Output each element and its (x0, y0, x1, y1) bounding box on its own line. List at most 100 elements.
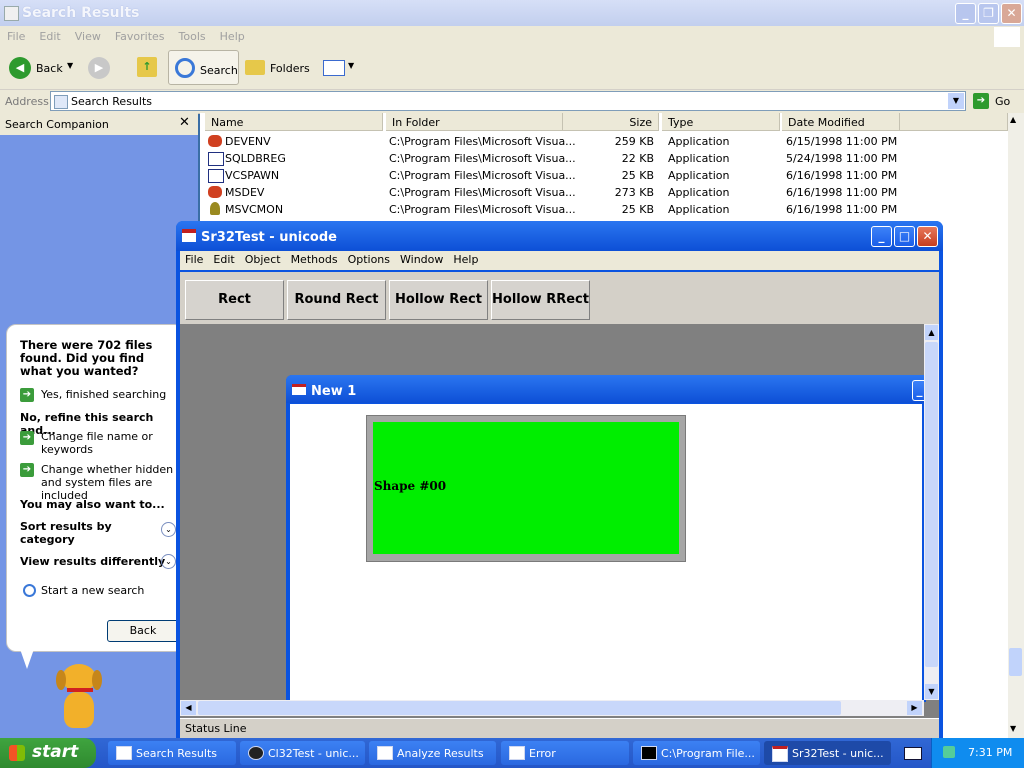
rect-button[interactable]: Rect (185, 280, 284, 320)
scroll-right-icon[interactable]: ▶ (907, 701, 922, 715)
explorer-vertical-scrollbar[interactable]: ▲ ▼ (1008, 113, 1024, 740)
file-type: Application (668, 135, 730, 148)
application-icon (208, 169, 224, 183)
scroll-down-icon[interactable]: ▼ (925, 684, 938, 699)
menu-favorites[interactable]: Favorites (108, 26, 172, 47)
scroll-up-icon[interactable]: ▲ (925, 325, 938, 340)
menu-help[interactable]: Help (213, 26, 252, 47)
companion-back-button[interactable]: Back (107, 620, 179, 642)
menu-edit[interactable]: Edit (208, 251, 239, 268)
address-dropdown-icon[interactable]: ▼ (948, 93, 964, 109)
network-icon[interactable] (943, 746, 955, 758)
taskbar-item-analyze-results[interactable]: Analyze Results (369, 741, 496, 765)
menu-file[interactable]: File (0, 26, 32, 47)
hollow-rect-button[interactable]: Hollow Rect (389, 280, 488, 320)
back-icon[interactable]: ◀ (9, 57, 31, 79)
sr32test-titlebar[interactable]: Sr32Test - unicode _ □ ✕ (176, 221, 943, 251)
app-icon (772, 746, 788, 762)
search-dog-icon (48, 664, 110, 734)
restore-button[interactable]: ❐ (978, 3, 999, 24)
scroll-down-icon[interactable]: ▼ (1010, 724, 1016, 733)
views-dropdown-icon[interactable]: ▼ (348, 61, 354, 70)
change-name-link[interactable]: Change file name or keywords (41, 430, 161, 456)
hollow-rrect-button[interactable]: Hollow RRect (491, 280, 590, 320)
file-date: 6/15/1998 11:00 PM (786, 135, 898, 148)
arrow-icon: ➔ (20, 388, 34, 402)
mdi-vertical-scrollbar[interactable]: ▲ ▼ (924, 324, 939, 700)
table-row[interactable]: SQLDBREG C:\Program Files\Microsoft Visu… (200, 150, 1000, 167)
app-icon (182, 229, 196, 242)
sr-minimize-button[interactable]: _ (871, 226, 892, 247)
sort-results-link[interactable]: Sort results by category (20, 520, 130, 546)
views-icon[interactable] (323, 60, 345, 76)
go-arrow-icon[interactable]: ➔ (973, 93, 989, 109)
child-title: New 1 (311, 384, 357, 399)
scroll-left-icon[interactable]: ◀ (181, 701, 196, 715)
green-rect-shape[interactable]: Shape #00 (373, 422, 679, 554)
mdi-horizontal-scrollbar[interactable]: ◀ ▶ (180, 700, 924, 716)
menu-view[interactable]: View (68, 26, 108, 47)
sr-maximize-button[interactable]: □ (894, 226, 915, 247)
round-rect-button[interactable]: Round Rect (287, 280, 386, 320)
menu-edit[interactable]: Edit (32, 26, 67, 47)
column-filler (900, 113, 1008, 131)
file-type: Application (668, 169, 730, 182)
table-row[interactable]: VCSPAWN C:\Program Files\Microsoft Visua… (200, 167, 1000, 184)
folders-icon[interactable] (245, 60, 265, 75)
companion-balloon: There were 702 files found. Did you find… (6, 324, 184, 652)
scroll-thumb[interactable] (1009, 648, 1022, 676)
keyboard-icon[interactable] (904, 747, 922, 760)
close-button[interactable]: ✕ (1001, 3, 1022, 24)
finished-searching-link[interactable]: Yes, finished searching (41, 388, 166, 401)
menu-help[interactable]: Help (448, 251, 483, 268)
menu-file[interactable]: File (180, 251, 208, 268)
table-row[interactable]: MSVCMON C:\Program Files\Microsoft Visua… (200, 201, 1000, 218)
taskbar-item-search-results[interactable]: Search Results (108, 741, 236, 765)
column-name[interactable]: Name (205, 113, 383, 131)
scroll-thumb[interactable] (198, 701, 841, 715)
child-titlebar[interactable]: New 1 _ (286, 375, 926, 403)
back-button[interactable]: Back (36, 62, 63, 75)
menu-object[interactable]: Object (240, 251, 286, 268)
balloon-tail (20, 649, 34, 669)
file-size: 273 KB (614, 186, 654, 199)
address-bar: Address Search Results ▼ ➔ Go (0, 90, 1024, 114)
new-search-link[interactable]: Start a new search (41, 584, 144, 597)
table-row[interactable]: DEVENV C:\Program Files\Microsoft Visua.… (200, 133, 1000, 150)
expand-chevron-icon[interactable]: ⌄ (161, 554, 176, 569)
expand-chevron-icon[interactable]: ⌄ (161, 522, 176, 537)
close-companion-icon[interactable]: ✕ (179, 115, 190, 130)
up-folder-icon[interactable]: ↑ (137, 57, 157, 77)
folders-button[interactable]: Folders (270, 62, 310, 75)
view-results-link[interactable]: View results differently (20, 555, 165, 568)
taskbar-item-error[interactable]: Error (501, 741, 629, 765)
menu-methods[interactable]: Methods (286, 251, 343, 268)
clock[interactable]: 7:31 PM (968, 746, 1012, 759)
window-icon (377, 746, 393, 760)
taskbar-item-cl32test[interactable]: Cl32Test - unic... (240, 741, 365, 765)
explorer-titlebar[interactable]: Search Results _ ❐ ✕ (0, 0, 1024, 26)
search-button[interactable]: Search (168, 50, 239, 85)
column-size[interactable]: Size (563, 113, 659, 131)
file-type: Application (668, 186, 730, 199)
scroll-up-icon[interactable]: ▲ (1010, 115, 1016, 124)
forward-icon[interactable]: ▶ (88, 57, 110, 79)
menu-options[interactable]: Options (343, 251, 395, 268)
file-size: 22 KB (621, 152, 654, 165)
menu-window[interactable]: Window (395, 251, 448, 268)
change-hidden-link[interactable]: Change whether hidden and system files a… (41, 463, 181, 502)
back-dropdown-icon[interactable]: ▼ (67, 61, 73, 70)
taskbar-item-cmd[interactable]: C:\Program File... (633, 741, 760, 765)
address-input[interactable]: Search Results ▼ (50, 91, 966, 111)
menu-tools[interactable]: Tools (172, 26, 213, 47)
taskbar-item-sr32test[interactable]: Sr32Test - unic... (764, 741, 891, 765)
start-button[interactable]: start (0, 738, 96, 768)
table-row[interactable]: MSDEV C:\Program Files\Microsoft Visua..… (200, 184, 1000, 201)
sr-close-button[interactable]: ✕ (917, 226, 938, 247)
column-type[interactable]: Type (662, 113, 780, 131)
column-in-folder[interactable]: In Folder (386, 113, 563, 131)
column-date-modified[interactable]: Date Modified (782, 113, 900, 131)
scroll-thumb[interactable] (925, 342, 938, 667)
go-button[interactable]: Go (995, 95, 1010, 108)
minimize-button[interactable]: _ (955, 3, 976, 24)
